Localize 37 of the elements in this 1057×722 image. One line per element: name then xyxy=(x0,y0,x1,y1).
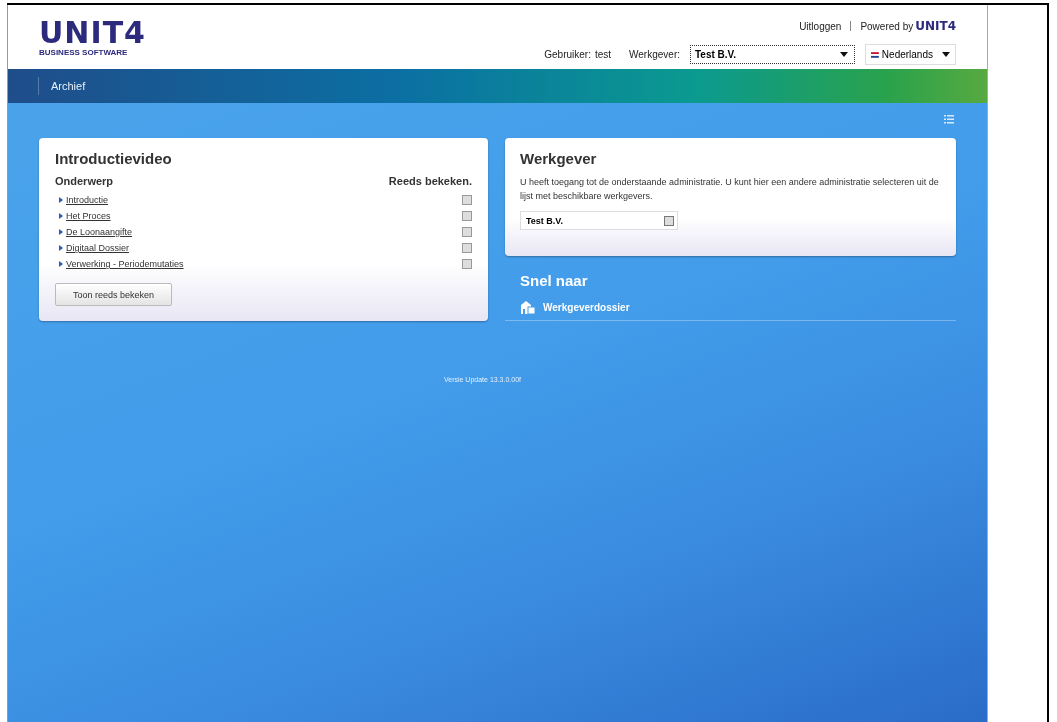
arrow-icon xyxy=(59,213,63,219)
flag-icon xyxy=(871,49,879,60)
arrow-icon xyxy=(59,229,63,235)
column-header: Reeds bekeken. xyxy=(388,175,472,187)
arrow-icon xyxy=(59,245,63,251)
video-link[interactable]: Introductie xyxy=(66,195,462,205)
employer-dropdown[interactable]: Test B.V. xyxy=(690,45,855,64)
checkbox[interactable] xyxy=(462,227,472,237)
powered-by-label: Powered by xyxy=(860,20,914,32)
user-label: Gebruiker: xyxy=(544,49,591,60)
building-icon xyxy=(521,301,535,314)
arrow-icon xyxy=(59,197,63,203)
checkbox[interactable] xyxy=(462,211,472,221)
column-header: Onderwerp xyxy=(55,175,114,187)
logout-link[interactable]: Uitloggen xyxy=(799,20,842,32)
card-title: Werkgever xyxy=(520,150,598,167)
checkbox[interactable] xyxy=(462,195,472,205)
card-title: Introductievideo xyxy=(55,150,173,167)
employer-dropdown[interactable]: Test B.V. xyxy=(520,211,678,230)
language-dropdown[interactable]: Nederlands xyxy=(865,44,956,65)
checkbox[interactable] xyxy=(462,243,472,253)
unit4-logo: UNIT4 xyxy=(915,19,956,33)
video-link[interactable]: Digitaal Dossier xyxy=(66,243,462,253)
section-title: Snel naar xyxy=(520,272,589,289)
video-link[interactable]: De Loonaangifte xyxy=(66,227,462,237)
video-link[interactable]: Verwerking - Periodemutaties xyxy=(66,259,462,269)
show-watched-button[interactable]: Toon reeds bekeken xyxy=(55,283,172,306)
description-text: U heeft toegang tot de onderstaande administratie. U kunt hier een andere administratie selecteren uit de lijst met beschikbare werkgevers. xyxy=(520,176,940,203)
user-name: test xyxy=(594,49,612,60)
logo-subtitle: BUSINESS SOFTWARE xyxy=(39,48,129,57)
video-link[interactable]: Het Proces xyxy=(66,211,462,221)
unit4-logo: UNIT4 xyxy=(39,21,146,45)
nav-tab[interactable]: Archief xyxy=(51,80,86,92)
checkbox[interactable] xyxy=(462,259,472,269)
arrow-icon xyxy=(59,261,63,267)
list-icon[interactable] xyxy=(944,115,954,124)
employer-label: Werkgever: xyxy=(629,49,680,60)
